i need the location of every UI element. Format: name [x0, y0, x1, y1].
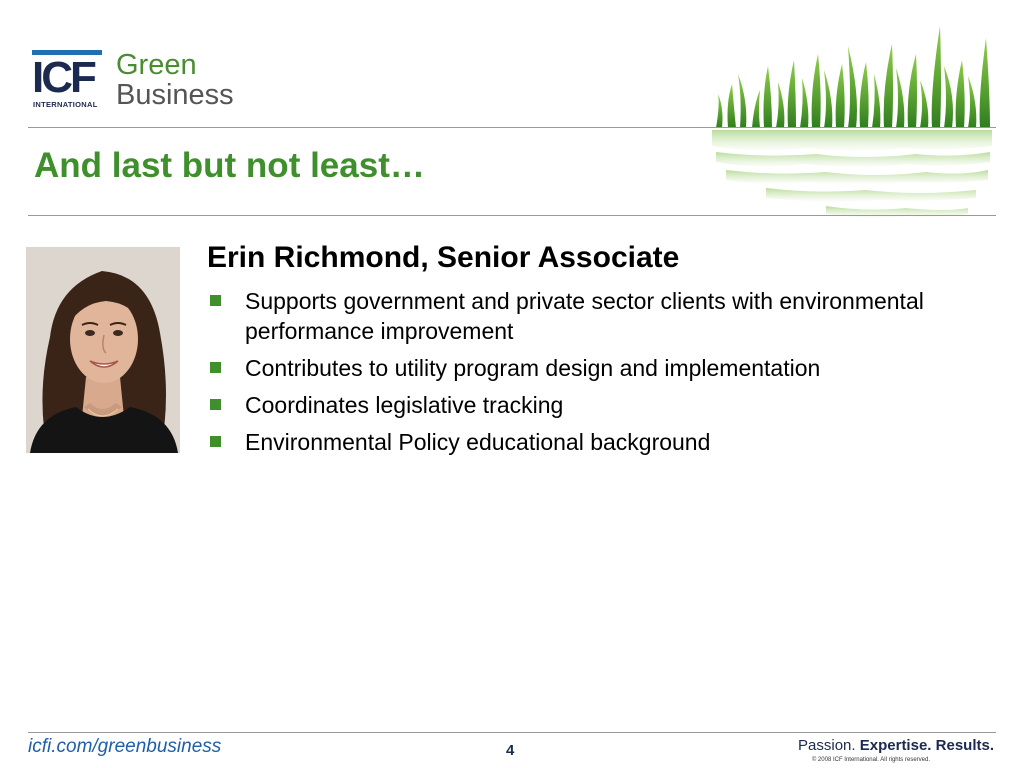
logo-green-text: Green — [116, 49, 197, 81]
bullet-item: Supports government and private sector c… — [209, 286, 1009, 346]
logo-business-text: Business — [116, 79, 234, 111]
square-bullet-icon — [210, 295, 221, 306]
bullet-text: Supports government and private sector c… — [245, 288, 924, 344]
logo-international-text: INTERNATIONAL — [33, 100, 98, 109]
footer-tagline: Passion. Expertise. Results. — [798, 737, 994, 755]
square-bullet-icon — [210, 436, 221, 447]
square-bullet-icon — [210, 399, 221, 410]
bullet-item: Environmental Policy educational backgro… — [209, 427, 1009, 457]
bullet-item: Contributes to utility program design an… — [209, 353, 1009, 383]
footer-divider — [28, 732, 996, 733]
page-number: 4 — [506, 742, 515, 759]
bullet-list: Supports government and private sector c… — [209, 286, 1009, 464]
portrait-photo — [26, 247, 180, 453]
header-top-divider — [28, 127, 996, 128]
grass-reflection-graphic — [712, 26, 992, 218]
copyright-notice: © 2008 ICF International. All rights res… — [811, 757, 930, 763]
slide-title: And last but not least… — [34, 146, 425, 185]
person-name-heading: Erin Richmond, Senior Associate — [207, 241, 680, 274]
bullet-item: Coordinates legislative tracking — [209, 390, 1009, 420]
tagline-passion: Passion. — [798, 737, 856, 754]
footer-url-link[interactable]: icfi.com/greenbusiness — [28, 736, 221, 758]
slide: ICF INTERNATIONAL Green Business And las… — [0, 0, 1024, 768]
tagline-results: Results. — [935, 737, 994, 754]
icf-mark: ICF INTERNATIONAL — [32, 50, 110, 112]
bullet-text: Coordinates legislative tracking — [245, 392, 564, 418]
bullet-text: Contributes to utility program design an… — [245, 355, 821, 381]
logo-icf-text: ICF — [32, 53, 97, 102]
header-bottom-divider — [28, 215, 996, 216]
tagline-expertise: Expertise. — [859, 737, 932, 754]
bullet-text: Environmental Policy educational backgro… — [245, 429, 711, 455]
icf-green-business-logo: ICF INTERNATIONAL Green Business — [32, 49, 234, 112]
square-bullet-icon — [210, 362, 221, 373]
